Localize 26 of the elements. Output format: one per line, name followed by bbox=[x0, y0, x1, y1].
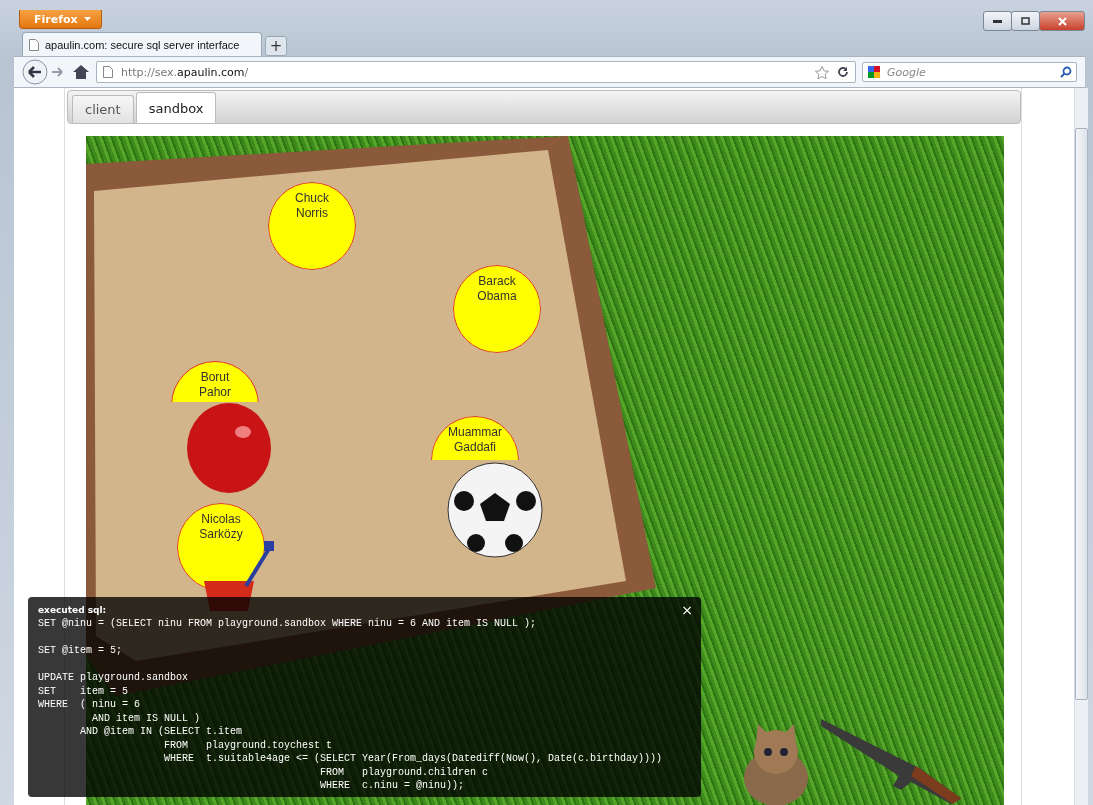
minimize-icon bbox=[993, 19, 1002, 23]
search-engine-icon bbox=[867, 65, 881, 79]
page-icon bbox=[29, 38, 39, 51]
search-icon[interactable] bbox=[1060, 66, 1072, 78]
reload-icon[interactable] bbox=[837, 66, 849, 78]
new-tab-button[interactable]: + bbox=[265, 36, 287, 56]
maximize-icon bbox=[1021, 17, 1030, 25]
caret-icon bbox=[83, 17, 91, 21]
page-icon bbox=[103, 66, 113, 78]
browser-tab[interactable]: apaulin.com: secure sql server interface bbox=[22, 32, 262, 56]
home-icon[interactable] bbox=[72, 64, 90, 80]
close-button[interactable]: × bbox=[681, 603, 693, 617]
sql-panel-title: executed sql: bbox=[38, 605, 107, 615]
page-tab[interactable]: client bbox=[72, 95, 134, 123]
maximize-button[interactable] bbox=[1011, 11, 1040, 31]
close-icon bbox=[1057, 16, 1067, 26]
minimize-button[interactable] bbox=[983, 11, 1012, 31]
close-window-button[interactable] bbox=[1039, 11, 1085, 31]
url-field[interactable]: http://sex.apaulin.com/ bbox=[96, 61, 856, 83]
sql-code: SET @ninu = (SELECT ninu FROM playground.sandbox WHERE ninu = 6 AND item IS NULL ); SET @item = 5; UPDATE playground.sandbox SET item = 5 WHERE ( ninu = 6 AND item IS NULL ) AND @item IN (SELECT t.item FROM playground.toychest t WHERE t.suitable4age <= (SELECT Year(From_days(Datediff(Now(), Date(c.birthday)))) FROM playground.children c WHERE c.ninu = @ninu)); bbox=[38, 617, 664, 793]
page-tab[interactable]: sandbox bbox=[135, 92, 217, 123]
soccer-ball-icon bbox=[446, 461, 544, 559]
search-field[interactable]: Google bbox=[862, 62, 1077, 82]
star-icon[interactable] bbox=[815, 65, 829, 79]
back-forward-icon[interactable] bbox=[22, 59, 66, 85]
scrollbar[interactable] bbox=[1074, 88, 1088, 805]
